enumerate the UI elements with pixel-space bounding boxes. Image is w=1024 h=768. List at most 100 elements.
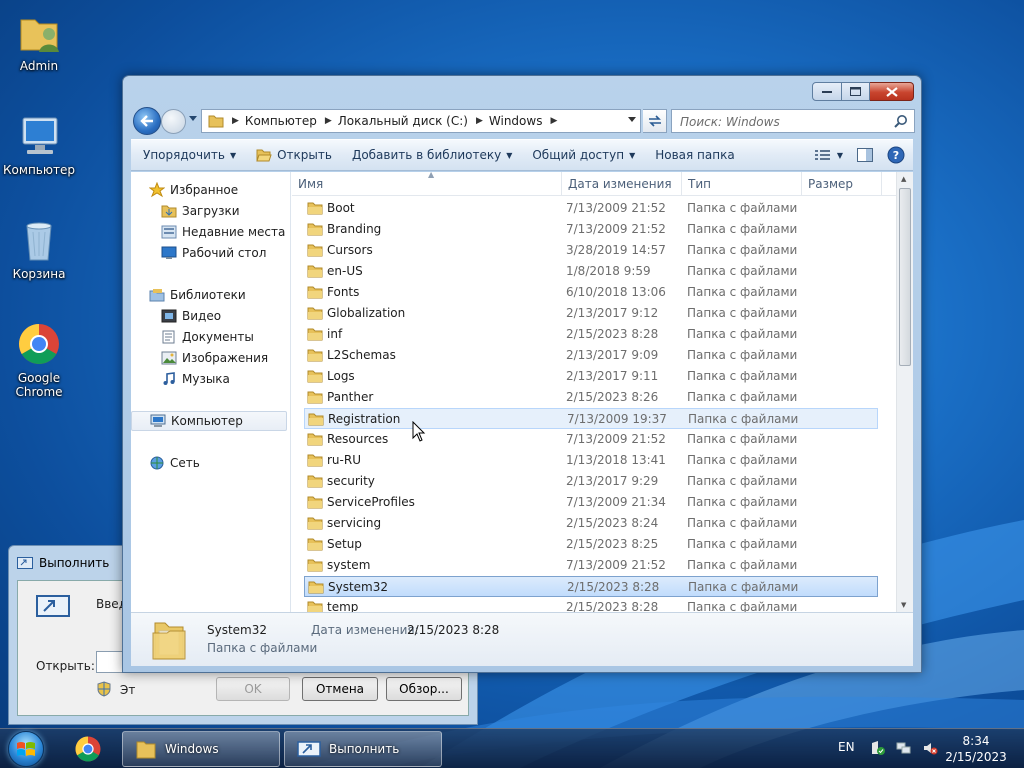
folder-large-icon xyxy=(152,622,186,660)
folder-icon xyxy=(307,496,323,509)
organize-label: Упорядочить xyxy=(143,148,225,162)
refresh-button[interactable] xyxy=(643,109,667,133)
file-row[interactable]: Panther 2/15/2023 8:26 Папка с файлами xyxy=(304,387,878,408)
file-row[interactable]: Fonts 6/10/2018 13:06 Папка с файлами xyxy=(304,282,878,303)
nav-libraries[interactable]: Библиотеки xyxy=(149,285,246,305)
file-type: Папка с файлами xyxy=(687,537,798,551)
file-row[interactable]: Setup 2/15/2023 8:25 Папка с файлами xyxy=(304,534,878,555)
clock[interactable]: 8:34 2/15/2023 xyxy=(940,733,1012,765)
window-controls xyxy=(812,82,914,101)
vertical-scrollbar[interactable]: ▲ ▼ xyxy=(896,172,913,612)
back-button[interactable] xyxy=(133,107,161,135)
minimize-button[interactable] xyxy=(812,82,842,101)
scrollbar-thumb[interactable] xyxy=(899,188,911,366)
network-tray-icon[interactable] xyxy=(896,740,912,756)
address-bar[interactable]: ▶ Компьютер ▶ Локальный диск (C:) ▶ Wind… xyxy=(201,109,641,133)
new-folder-button[interactable]: Новая папка xyxy=(645,148,744,162)
column-header-type[interactable]: Тип xyxy=(682,172,802,196)
file-row[interactable]: Globalization 2/13/2017 9:12 Папка с файла… xyxy=(304,303,878,324)
file-row[interactable]: en-US 1/8/2018 9:59 Папка с файлами xyxy=(304,261,878,282)
nav-desktop[interactable]: Рабочий стол xyxy=(161,243,266,263)
open-button[interactable]: Открыть xyxy=(246,148,342,162)
breadcrumb-arrow-icon[interactable]: ▶ xyxy=(474,116,485,126)
folder-icon xyxy=(307,328,323,341)
file-name: Registration xyxy=(328,412,401,426)
scroll-down-icon[interactable]: ▼ xyxy=(901,601,906,609)
desktop-icon-admin[interactable]: Admin xyxy=(1,8,77,73)
file-row[interactable]: inf 2/15/2023 8:28 Папка с файлами xyxy=(304,324,878,345)
nav-favorites[interactable]: Избранное xyxy=(149,180,238,200)
column-header-name[interactable]: Имя xyxy=(292,172,562,196)
file-type: Папка с файлами xyxy=(687,516,798,530)
nav-images[interactable]: Изображения xyxy=(161,348,268,368)
desktop-icon-computer[interactable]: Компьютер xyxy=(1,112,77,177)
file-row[interactable]: Cursors 3/28/2019 14:57 Папка с файлами xyxy=(304,240,878,261)
history-dropdown-icon[interactable] xyxy=(189,116,197,122)
breadcrumb-arrow-icon[interactable]: ▶ xyxy=(230,116,241,126)
file-row[interactable]: Registration 7/13/2009 19:37 Папка с файла… xyxy=(304,408,878,429)
desktop-icon-recycle-bin[interactable]: Корзина xyxy=(1,216,77,281)
taskbar-chrome-button[interactable] xyxy=(60,731,116,767)
file-date: 2/15/2023 8:28 xyxy=(566,327,659,341)
file-row[interactable]: Resources 7/13/2009 21:52 Папка с файлами xyxy=(304,429,878,450)
nav-music[interactable]: Музыка xyxy=(161,369,230,389)
file-row[interactable]: servicing 2/15/2023 8:24 Папка с файлами xyxy=(304,513,878,534)
desktop-icon-chrome[interactable]: Google Chrome xyxy=(1,320,77,399)
share-label: Общий доступ xyxy=(532,148,625,162)
run-ok-button[interactable]: OK xyxy=(216,677,290,701)
file-row[interactable]: temp 2/15/2023 8:28 Папка с файлами xyxy=(304,597,878,612)
file-type: Папка с файлами xyxy=(687,390,798,404)
file-row[interactable]: Logs 2/13/2017 9:11 Папка с файлами xyxy=(304,366,878,387)
search-box[interactable]: Поиск: Windows xyxy=(671,109,915,133)
file-row[interactable]: security 2/13/2017 9:29 Папка с файлами xyxy=(304,471,878,492)
file-row[interactable]: system 7/13/2009 21:52 Папка с файлами xyxy=(304,555,878,576)
network-icon xyxy=(150,456,164,470)
taskbar-explorer-task[interactable]: Windows xyxy=(122,731,280,767)
run-cancel-button[interactable]: Отмена xyxy=(302,677,378,701)
search-icon[interactable] xyxy=(894,114,908,128)
breadcrumb-computer[interactable]: Компьютер xyxy=(241,114,323,128)
file-row[interactable]: ru-RU 1/13/2018 13:41 Папка с файлами xyxy=(304,450,878,471)
recycle-bin-icon xyxy=(26,222,52,261)
start-button[interactable] xyxy=(4,729,48,768)
volume-muted-icon[interactable] xyxy=(922,740,938,756)
nav-documents[interactable]: Документы xyxy=(161,327,254,347)
file-row[interactable]: Boot 7/13/2009 21:52 Папка с файлами xyxy=(304,198,878,219)
breadcrumb-arrow-icon[interactable]: ▶ xyxy=(323,116,334,126)
organize-button[interactable]: Упорядочить ▼ xyxy=(131,148,246,162)
folder-icon xyxy=(307,202,323,215)
nav-video[interactable]: Видео xyxy=(161,306,221,326)
action-center-icon[interactable] xyxy=(870,740,886,756)
preview-pane-icon[interactable] xyxy=(857,148,873,162)
explorer-window[interactable]: ▶ Компьютер ▶ Локальный диск (C:) ▶ Wind… xyxy=(122,75,922,673)
file-row[interactable]: ServiceProfiles 7/13/2009 21:34 Папка с фа… xyxy=(304,492,878,513)
column-header-date[interactable]: Дата изменения xyxy=(562,172,682,196)
share-button[interactable]: Общий доступ ▼ xyxy=(522,148,645,162)
run-browse-button[interactable]: Обзор... xyxy=(386,677,462,701)
nav-network-label: Сеть xyxy=(170,456,200,470)
breadcrumb-windows[interactable]: Windows xyxy=(485,114,549,128)
breadcrumb-local-disk[interactable]: Локальный диск (C:) xyxy=(334,114,474,128)
scroll-up-icon[interactable]: ▲ xyxy=(901,175,906,183)
file-row[interactable]: L2Schemas 2/13/2017 9:09 Папка с файлами xyxy=(304,345,878,366)
nav-network[interactable]: Сеть xyxy=(149,453,200,473)
help-icon[interactable]: ? xyxy=(887,146,905,164)
taskbar-run-task[interactable]: Выполнить xyxy=(284,731,442,767)
nav-computer-label: Компьютер xyxy=(171,414,243,428)
forward-button[interactable] xyxy=(161,109,186,134)
breadcrumb-arrow-icon[interactable]: ▶ xyxy=(548,116,559,126)
file-row[interactable]: Branding 7/13/2009 21:52 Папка с файлами xyxy=(304,219,878,240)
file-row[interactable]: System32 2/15/2023 8:28 Папка с файлами xyxy=(304,576,878,597)
view-options-button[interactable]: ▼ xyxy=(814,149,843,161)
nav-downloads[interactable]: Загрузки xyxy=(161,201,240,221)
close-button[interactable] xyxy=(870,82,914,101)
file-name: Branding xyxy=(327,222,382,236)
address-dropdown-icon[interactable] xyxy=(628,117,636,123)
language-indicator[interactable]: EN xyxy=(838,740,855,754)
nav-recent-places[interactable]: Недавние места xyxy=(161,222,285,242)
column-header-size[interactable]: Размер xyxy=(802,172,882,196)
maximize-button[interactable] xyxy=(842,82,870,101)
nav-computer[interactable]: Компьютер xyxy=(131,411,287,431)
add-to-library-button[interactable]: Добавить в библиотеку ▼ xyxy=(342,148,522,162)
command-bar: Упорядочить ▼ Открыть Добавить в библиот… xyxy=(131,139,913,171)
